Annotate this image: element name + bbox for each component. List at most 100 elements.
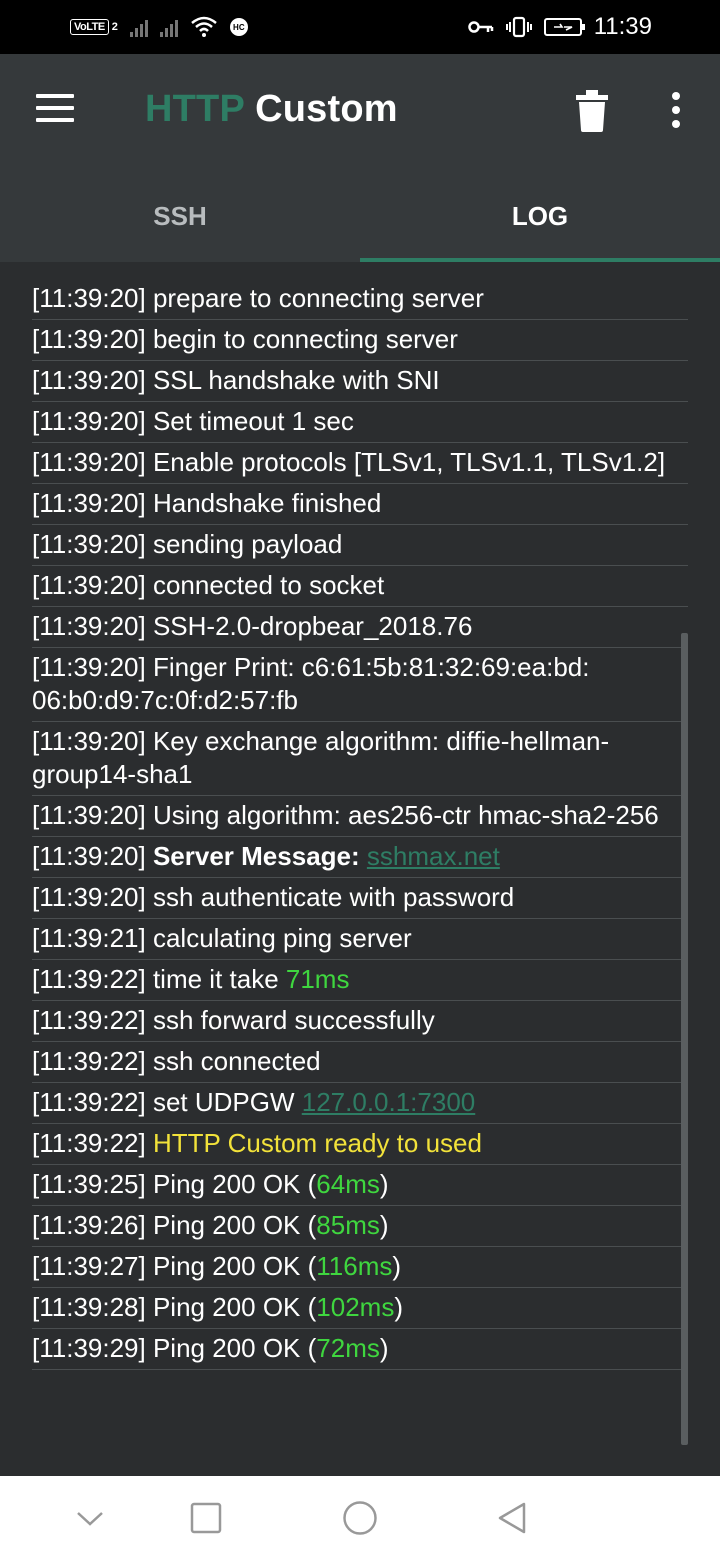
log-message: 85ms xyxy=(316,1210,380,1240)
log-timestamp: [11:39:20] xyxy=(32,283,146,313)
trash-icon[interactable] xyxy=(574,90,610,132)
log-message: ) xyxy=(379,1169,389,1199)
status-time: 11:39 xyxy=(593,13,652,40)
log-message: 102ms xyxy=(316,1292,395,1322)
more-options-icon[interactable] xyxy=(664,92,688,132)
log-entry: [11:39:20] Set timeout 1 sec xyxy=(32,402,688,443)
log-timestamp: [11:39:22] xyxy=(32,1005,146,1035)
log-entry: [11:39:20] Handshake finished xyxy=(32,484,688,525)
log-message: SSH-2.0-dropbear_2018.76 xyxy=(145,611,473,641)
log-timestamp: [11:39:27] xyxy=(32,1251,146,1281)
log-message: HTTP Custom ready to used xyxy=(152,1128,482,1158)
log-entry: [11:39:22] ssh connected xyxy=(32,1042,688,1083)
key-icon xyxy=(467,21,493,33)
nav-bar xyxy=(0,1476,720,1560)
log-entry: [11:39:20] SSH-2.0-dropbear_2018.76 xyxy=(32,607,688,648)
log-message xyxy=(146,1128,153,1158)
log-timestamp: [11:39:22] xyxy=(32,1087,146,1117)
log-message: Ping 200 OK ( xyxy=(145,1292,317,1322)
log-timestamp: [11:39:20] xyxy=(32,324,146,354)
log-entry: [11:39:20] Finger Print: c6:61:5b:81:32:… xyxy=(32,648,688,722)
tab-ssh[interactable]: SSH xyxy=(0,170,360,262)
log-entry: [11:39:28] Ping 200 OK (102ms) xyxy=(32,1288,688,1329)
log-timestamp: [11:39:20] xyxy=(32,488,146,518)
log-timestamp: [11:39:20] xyxy=(32,726,146,756)
log-message: ) xyxy=(379,1333,389,1363)
log-entry: [11:39:29] Ping 200 OK (72ms) xyxy=(32,1329,688,1370)
log-entry: [11:39:26] Ping 200 OK (85ms) xyxy=(32,1206,688,1247)
log-entry: [11:39:20] Using algorithm: aes256-ctr h… xyxy=(32,796,688,837)
log-message: 116ms xyxy=(316,1251,393,1281)
status-right: 11:39 xyxy=(467,13,652,41)
log-entry: [11:39:22] set UDPGW 127.0.0.1:7300 xyxy=(32,1083,688,1124)
recents-icon[interactable] xyxy=(186,1498,226,1538)
log-entry: [11:39:20] sending payload xyxy=(32,525,688,566)
chevron-down-icon[interactable] xyxy=(70,1498,110,1538)
log-message: ssh authenticate with password xyxy=(145,882,515,912)
log-timestamp: [11:39:22] xyxy=(32,1128,146,1158)
log-message: ) xyxy=(394,1292,403,1322)
log-entry: [11:39:20] Enable protocols [TLSv1, TLSv… xyxy=(32,443,688,484)
log-message: ssh forward successfully xyxy=(145,1005,435,1035)
log-list: [11:39:20] prepare to connecting server[… xyxy=(32,282,688,1370)
log-message xyxy=(146,841,153,871)
log-message: Enable protocols [TLSv1, TLSv1.1, TLSv1.… xyxy=(145,447,666,477)
app-title: HTTP Custom xyxy=(145,88,398,131)
log-message: 71ms xyxy=(285,964,350,994)
log-message: sending payload xyxy=(145,529,343,559)
log-message: ssh connected xyxy=(145,1046,321,1076)
log-link[interactable]: 127.0.0.1:7300 xyxy=(302,1087,476,1117)
log-entry: [11:39:22] HTTP Custom ready to used xyxy=(32,1124,688,1165)
log-timestamp: [11:39:22] xyxy=(32,964,146,994)
app-title-main: Custom xyxy=(255,88,398,130)
log-message: 72ms xyxy=(316,1333,380,1363)
log-message: SSL handshake with SNI xyxy=(145,365,440,395)
log-entry: [11:39:25] Ping 200 OK (64ms) xyxy=(32,1165,688,1206)
log-message xyxy=(360,841,367,871)
log-message: Ping 200 OK ( xyxy=(145,1169,317,1199)
log-entry: [11:39:20] ssh authenticate with passwor… xyxy=(32,878,688,919)
log-timestamp: [11:39:21] xyxy=(32,923,146,953)
log-message: time it take xyxy=(145,964,286,994)
log-timestamp: [11:39:20] xyxy=(32,447,146,477)
log-timestamp: [11:39:28] xyxy=(32,1292,146,1322)
log-entry: [11:39:22] ssh forward successfully xyxy=(32,1001,688,1042)
log-message: prepare to connecting server xyxy=(145,283,484,313)
log-timestamp: [11:39:26] xyxy=(32,1210,146,1240)
log-message: begin to connecting server xyxy=(145,324,458,354)
log-timestamp: [11:39:25] xyxy=(32,1169,146,1199)
signal-icon xyxy=(159,17,178,37)
log-timestamp: [11:39:20] xyxy=(32,529,146,559)
log-message: Ping 200 OK ( xyxy=(145,1251,317,1281)
log-entry: [11:39:20] Server Message: sshmax.net xyxy=(32,837,688,878)
log-message: 64ms xyxy=(316,1169,380,1199)
log-entry: [11:39:20] begin to connecting server xyxy=(32,320,688,361)
log-message: Set timeout 1 sec xyxy=(145,406,354,436)
log-entry: [11:39:20] SSL handshake with SNI xyxy=(32,361,688,402)
log-area[interactable]: [11:39:20] prepare to connecting server[… xyxy=(0,262,720,1476)
home-icon[interactable] xyxy=(340,1498,380,1538)
log-message: set UDPGW xyxy=(145,1087,302,1117)
log-timestamp: [11:39:20] xyxy=(32,882,146,912)
status-bar: VoLTE 2 HC 11:39 xyxy=(0,0,720,54)
log-entry: [11:39:27] Ping 200 OK (116ms) xyxy=(32,1247,688,1288)
log-message: Handshake finished xyxy=(145,488,382,518)
tab-log[interactable]: LOG xyxy=(360,170,720,262)
log-timestamp: [11:39:20] xyxy=(32,611,146,641)
menu-icon[interactable] xyxy=(36,94,76,124)
sim-number: 2 xyxy=(111,21,118,33)
vibrate-icon xyxy=(505,16,532,38)
tab-bar: SSH LOG xyxy=(0,170,720,262)
log-message: Server Message: xyxy=(152,841,360,871)
log-entry: [11:39:20] Key exchange algorithm: diffi… xyxy=(32,722,688,796)
app-bar: HTTP Custom xyxy=(0,54,720,170)
log-timestamp: [11:39:20] xyxy=(32,406,146,436)
log-timestamp: [11:39:29] xyxy=(32,1333,146,1363)
log-message: ) xyxy=(379,1210,389,1240)
log-entry: [11:39:22] time it take 71ms xyxy=(32,960,688,1001)
log-message: Ping 200 OK ( xyxy=(145,1333,317,1363)
scrollbar[interactable] xyxy=(681,633,688,1445)
back-icon[interactable] xyxy=(492,1498,532,1538)
log-link[interactable]: sshmax.net xyxy=(367,841,500,871)
log-message: connected to socket xyxy=(145,570,385,600)
